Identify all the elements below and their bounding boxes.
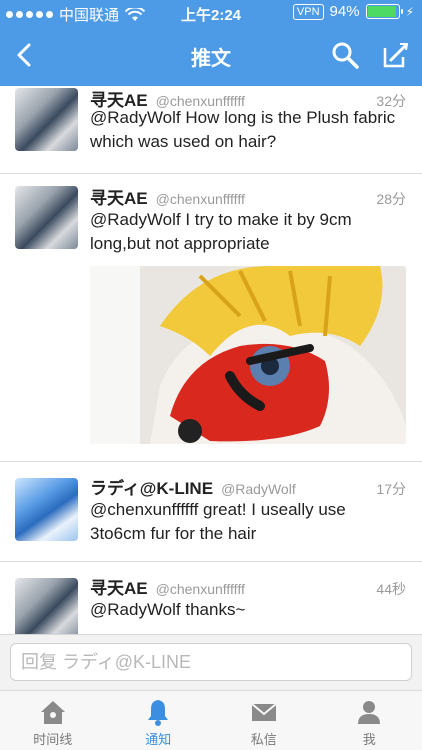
tweet-author-name: 寻天AE [90,579,148,598]
tweet-author-name: ラディ@K-LINE [90,479,214,498]
fursuit-photo-image [90,266,406,444]
tweet-author-name: 寻天AE [90,189,148,208]
tweet-author-handle: @RadyWolf [221,481,296,497]
tweet-text: @chenxunffffff great! I useally use 3to6… [90,500,346,543]
reply-input[interactable] [10,643,412,681]
tab-label: 通知 [145,732,172,747]
tweet-item[interactable]: 寻天AE @chenxunffffff 32分 @RadyWolf How lo… [0,86,422,174]
user-icon [358,701,381,724]
compose-icon[interactable] [380,40,410,70]
tab-label: 时间线 [33,732,73,747]
tweet-time: 28分 [376,191,406,207]
tweet-text: @RadyWolf thanks~ [90,600,246,619]
tab-label: 我 [362,732,376,747]
tab-timeline[interactable]: 时间线 [0,691,106,750]
search-icon[interactable] [330,40,360,70]
tweet-item[interactable]: 寻天AE @chenxunffffff 44秒 @RadyWolf thanks… [0,562,422,634]
tweet-time: 44秒 [376,581,406,597]
top-bar: 中国联通 上午2:24 VPN 94% ⚡ 推文 [0,0,422,86]
home-icon [40,701,65,724]
tweet-text: @RadyWolf I try to make it by 9cm long,b… [90,210,352,253]
envelope-icon [251,703,277,721]
tab-messages[interactable]: 私信 [211,691,317,750]
reply-bar [0,634,422,690]
tweet-list[interactable]: 寻天AE @chenxunffffff 32分 @RadyWolf How lo… [0,86,422,634]
vpn-badge: VPN [292,3,324,20]
battery-icon [365,4,403,19]
avatar[interactable] [15,478,78,541]
avatar[interactable] [15,88,78,151]
tweet-author-handle: @chenxunffffff [155,581,245,597]
tweet-item[interactable]: 寻天AE @chenxunffffff 28分 @RadyWolf I try … [0,174,422,462]
avatar[interactable] [15,578,78,634]
tab-me[interactable]: 我 [317,691,422,750]
tab-notifications[interactable]: 通知 [106,691,212,750]
nav-bar: 推文 [0,26,422,86]
tweet-text: @RadyWolf How long is the Plush fabric w… [90,108,396,151]
bell-icon [148,700,169,726]
tweet-time: 17分 [376,481,406,497]
tweet-author-handle: @chenxunffffff [155,191,245,207]
battery-percent: 94% [329,3,360,20]
tab-bar: 时间线 通知 私信 我 [0,690,422,750]
tweet-photo[interactable] [90,266,406,444]
avatar[interactable] [15,186,78,249]
tab-label: 私信 [250,732,277,747]
status-bar: 中国联通 上午2:24 VPN 94% ⚡ [0,0,422,26]
charging-icon: ⚡ [405,4,414,19]
tweet-item[interactable]: ラディ@K-LINE @RadyWolf 17分 @chenxunffffff … [0,462,422,562]
